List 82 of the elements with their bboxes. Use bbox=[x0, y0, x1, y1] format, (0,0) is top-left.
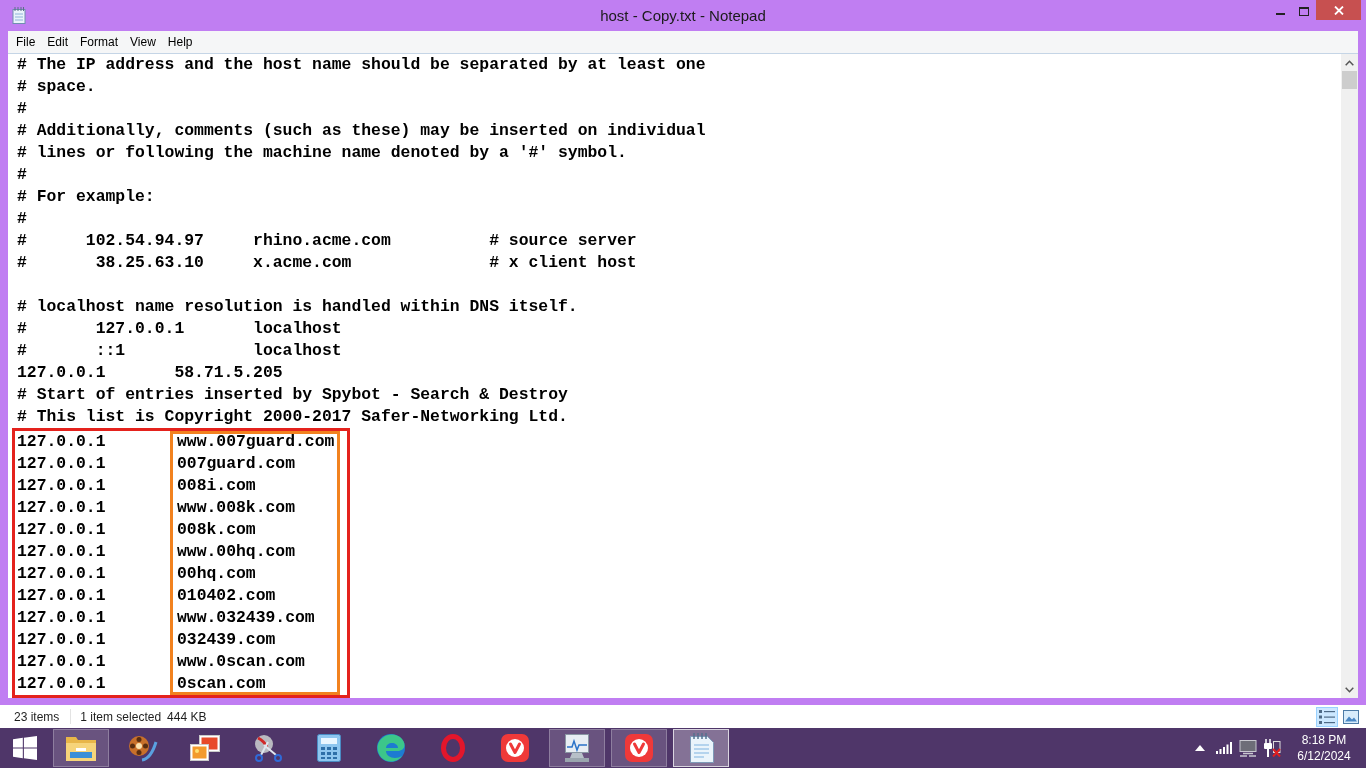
ip-address: 127.0.0.1 bbox=[17, 607, 106, 629]
text-line: # bbox=[17, 164, 27, 186]
ip-address: 127.0.0.1 bbox=[17, 431, 106, 453]
menu-item[interactable]: Help bbox=[161, 33, 199, 51]
ip-address: 127.0.0.1 bbox=[17, 629, 106, 651]
chevron-down-icon bbox=[1345, 686, 1354, 693]
text-line: # 38.25.63.10 x.acme.com # x client host bbox=[17, 252, 637, 274]
ip-address: 127.0.0.1 bbox=[17, 541, 106, 563]
text-line: # lines or following the machine name denoted by a '#' symbol. bbox=[17, 142, 627, 164]
ip-address: 127.0.0.1 bbox=[17, 475, 106, 497]
text-line: # This list is Copyright 2000-2017 Safer-Networking Ltd. bbox=[17, 406, 568, 428]
hostname: www.008k.com bbox=[177, 497, 296, 519]
text-line: # space. bbox=[17, 76, 96, 98]
hostname: 0scan.com bbox=[177, 673, 266, 695]
maximize-icon bbox=[1299, 6, 1309, 16]
text-line: # Start of entries inserted by Spybot - Search & Destroy bbox=[17, 384, 568, 406]
taskbar-button[interactable] bbox=[53, 729, 109, 767]
ip-address: 127.0.0.1 bbox=[17, 563, 106, 585]
ip-address: 127.0.0.1 bbox=[17, 453, 106, 475]
close-button[interactable] bbox=[1316, 0, 1361, 20]
menu-item[interactable]: View bbox=[124, 33, 162, 51]
hostname: 008i.com bbox=[177, 475, 256, 497]
ring-icon bbox=[441, 734, 465, 762]
hostname: www.007guard.com bbox=[177, 431, 335, 453]
ip-address: 127.0.0.1 bbox=[17, 519, 106, 541]
notepad-icon bbox=[12, 7, 26, 24]
ip-address: 127.0.0.1 bbox=[17, 585, 106, 607]
photo-frames-icon bbox=[190, 735, 220, 761]
hostname: 010402.com bbox=[177, 585, 276, 607]
text-line: # bbox=[17, 98, 27, 120]
calculator-icon bbox=[317, 734, 341, 762]
text-line: # Additionally, comments (such as these) may be inserted on individual bbox=[17, 120, 706, 142]
text-line: # The IP address and the host name should be separated by at least one bbox=[17, 54, 706, 76]
menu-item[interactable]: File bbox=[10, 33, 42, 51]
selection-size: 444 KB bbox=[167, 708, 207, 725]
text-line: # 102.54.94.97 rhino.acme.com # source server bbox=[17, 230, 637, 252]
minimize-icon bbox=[1275, 13, 1285, 15]
notepad-icon bbox=[687, 733, 715, 763]
film-reel-icon bbox=[128, 734, 158, 762]
ip-address: 127.0.0.1 bbox=[17, 673, 106, 695]
details-view-icon bbox=[1319, 709, 1335, 724]
hostname: www.00hq.com bbox=[177, 541, 296, 563]
caret-up-icon bbox=[1195, 745, 1205, 751]
text-line: # For example: bbox=[17, 186, 155, 208]
text-line: # 127.0.0.1 localhost bbox=[17, 318, 342, 340]
hostname: 00hq.com bbox=[177, 563, 256, 585]
view-button[interactable] bbox=[1316, 706, 1338, 727]
taskbar-button[interactable] bbox=[611, 729, 667, 767]
hostname: www.032439.com bbox=[177, 607, 315, 629]
swirl-icon bbox=[377, 734, 405, 762]
v-logo-icon bbox=[501, 734, 529, 762]
chevron-up-icon bbox=[1345, 59, 1354, 66]
taskbar-button[interactable] bbox=[549, 729, 605, 767]
monitor-icon bbox=[1239, 739, 1257, 757]
menu-item[interactable]: Format bbox=[74, 33, 125, 51]
scrollbar-thumb[interactable] bbox=[1342, 71, 1357, 89]
hostname: 007guard.com bbox=[177, 453, 296, 475]
scrollbar[interactable] bbox=[1341, 54, 1358, 698]
clock-date[interactable]: 6/12/2024 bbox=[1297, 748, 1351, 764]
text-line: # ::1 localhost bbox=[17, 340, 342, 362]
menu-item[interactable]: Edit bbox=[41, 33, 75, 51]
ip-address: 127.0.0.1 bbox=[17, 497, 106, 519]
monitor-chart-icon bbox=[562, 734, 592, 762]
hostname: 032439.com bbox=[177, 629, 276, 651]
power-plug-icon bbox=[1263, 739, 1281, 757]
folder-icon bbox=[65, 734, 97, 762]
scissors-icon bbox=[252, 734, 282, 762]
close-icon bbox=[1333, 5, 1344, 15]
hostname: 008k.com bbox=[177, 519, 256, 541]
window-title: host - Copy.txt - Notepad bbox=[600, 5, 766, 26]
clock-time[interactable]: 8:18 PM bbox=[1301, 732, 1347, 748]
item-count: 23 items bbox=[14, 708, 60, 725]
ip-address: 127.0.0.1 bbox=[17, 651, 106, 673]
selection-status: 1 item selected bbox=[80, 708, 162, 725]
hostname: www.0scan.com bbox=[177, 651, 305, 673]
picture-view-icon bbox=[1343, 709, 1359, 724]
text-line: 127.0.0.1 58.71.5.205 bbox=[17, 362, 283, 384]
windows-logo-icon bbox=[13, 736, 37, 760]
text-line: # bbox=[17, 208, 27, 230]
v-logo-icon bbox=[625, 734, 653, 762]
signal-bars-icon bbox=[1216, 742, 1232, 754]
text-line: # localhost name resolution is handled within DNS itself. bbox=[17, 296, 578, 318]
